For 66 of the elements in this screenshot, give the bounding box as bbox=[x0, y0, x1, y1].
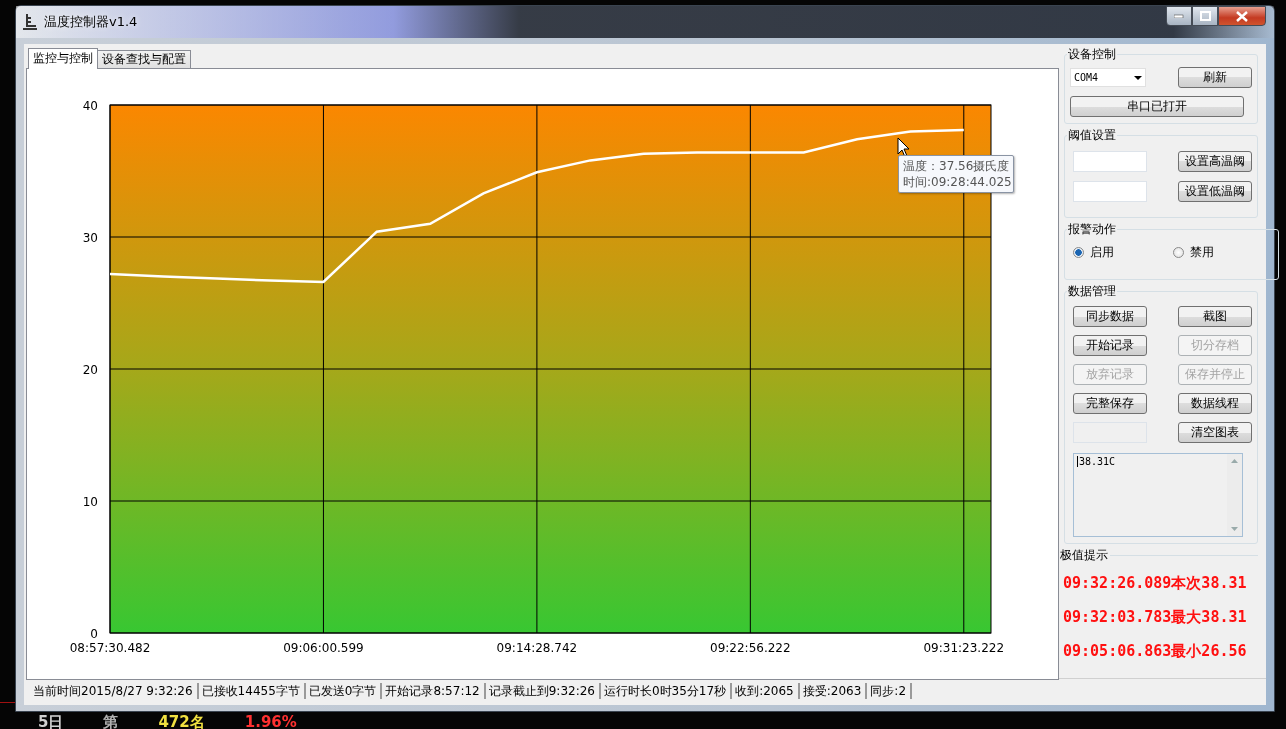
port-dropdown[interactable]: COM4 bbox=[1070, 68, 1146, 87]
window-title: 温度控制器v1.4 bbox=[44, 13, 138, 31]
tooltip-text: 时间:09:28:44.025 bbox=[903, 174, 1009, 190]
y-tick-label: 10 bbox=[82, 495, 98, 509]
clear-chart-button[interactable]: 清空图表 bbox=[1178, 422, 1252, 443]
group-title: 设备控制 bbox=[1067, 46, 1117, 63]
tooltip-text: 温度：37.56摄氏度 bbox=[903, 158, 1009, 174]
x-tick-label: 09:31:23.222 bbox=[923, 641, 1005, 655]
x-tick-label: 09:14:28.742 bbox=[496, 641, 578, 655]
group-title: 极值提示 bbox=[1060, 547, 1108, 564]
dropdown-arrow-icon bbox=[1134, 75, 1142, 80]
group-title: 数据管理 bbox=[1067, 283, 1117, 300]
background-text: 1.96% bbox=[244, 713, 297, 729]
x-tick-label: 09:06:00.599 bbox=[283, 641, 364, 655]
status-text: 当前时间2015/8/27 9:32:26 bbox=[30, 683, 199, 699]
y-tick-label: 0 bbox=[90, 627, 98, 641]
background-text: 472名 bbox=[158, 713, 205, 729]
maximize-button[interactable] bbox=[1192, 6, 1218, 26]
log-text: 38.31C bbox=[1077, 456, 1116, 467]
tab[interactable]: 设备查找与配置 bbox=[97, 50, 191, 68]
threshold-button[interactable]: 设置低温阈 bbox=[1178, 181, 1252, 202]
group-title: 报警动作 bbox=[1067, 221, 1117, 238]
status-text: 记录截止到9:32:26 bbox=[485, 683, 601, 699]
extreme-value-text: 09:32:03.783最大38.31 bbox=[1063, 608, 1248, 627]
close-icon bbox=[1236, 10, 1248, 22]
radio-label: 启用 bbox=[1090, 244, 1114, 261]
radio-button[interactable] bbox=[1173, 247, 1184, 258]
refresh-button[interactable]: 刷新 bbox=[1178, 67, 1252, 88]
status-text: 运行时长0时35分17秒 bbox=[600, 683, 733, 699]
background-text: 5日 bbox=[38, 713, 64, 729]
minimize-button[interactable] bbox=[1166, 6, 1192, 26]
data-button[interactable]: 开始记录 bbox=[1073, 335, 1147, 356]
tab[interactable]: 监控与控制 bbox=[28, 48, 98, 69]
app-icon bbox=[22, 13, 38, 31]
x-tick-label: 09:22:56.222 bbox=[710, 641, 791, 655]
background-text: 第 bbox=[103, 713, 119, 729]
status-text: 开始记录8:57:12 bbox=[382, 683, 486, 699]
status-text: 已接收14455字节 bbox=[198, 683, 306, 699]
radio-button[interactable] bbox=[1073, 247, 1084, 258]
data-button[interactable]: 截图 bbox=[1178, 306, 1252, 327]
group-title: 阈值设置 bbox=[1067, 127, 1117, 144]
y-tick-label: 30 bbox=[82, 231, 98, 245]
radio-label: 禁用 bbox=[1190, 244, 1214, 261]
close-button[interactable] bbox=[1218, 6, 1266, 26]
port-button[interactable]: 串口已打开 bbox=[1070, 96, 1244, 117]
status-text: 同步:2 bbox=[867, 683, 913, 699]
log-textarea[interactable]: 38.31C bbox=[1073, 453, 1243, 537]
data-button[interactable]: 同步数据 bbox=[1073, 306, 1147, 327]
y-tick-label: 40 bbox=[82, 99, 98, 113]
data-button[interactable]: 完整保存 bbox=[1073, 393, 1147, 414]
y-tick-label: 20 bbox=[82, 363, 98, 377]
scrollbar[interactable] bbox=[1227, 454, 1242, 536]
status-text: 收到:2065 bbox=[732, 683, 800, 699]
scroll-up-icon[interactable] bbox=[1231, 459, 1238, 463]
status-text: 已发送0字节 bbox=[305, 683, 383, 699]
extreme-value-text: 09:32:26.089本次38.31 bbox=[1063, 574, 1248, 593]
minimize-icon bbox=[1174, 14, 1184, 18]
data-button[interactable]: 数据线程 bbox=[1178, 393, 1252, 414]
maximize-icon bbox=[1199, 11, 1211, 21]
scroll-down-icon[interactable] bbox=[1231, 527, 1238, 531]
extreme-value-text: 09:05:06.863最小26.56 bbox=[1063, 642, 1248, 661]
threshold-field[interactable] bbox=[1073, 181, 1147, 202]
status-text: 接受:2063 bbox=[799, 683, 868, 699]
threshold-button[interactable]: 设置高温阈 bbox=[1178, 151, 1252, 172]
x-tick-label: 08:57:30.482 bbox=[69, 641, 151, 655]
threshold-field[interactable] bbox=[1073, 151, 1147, 172]
